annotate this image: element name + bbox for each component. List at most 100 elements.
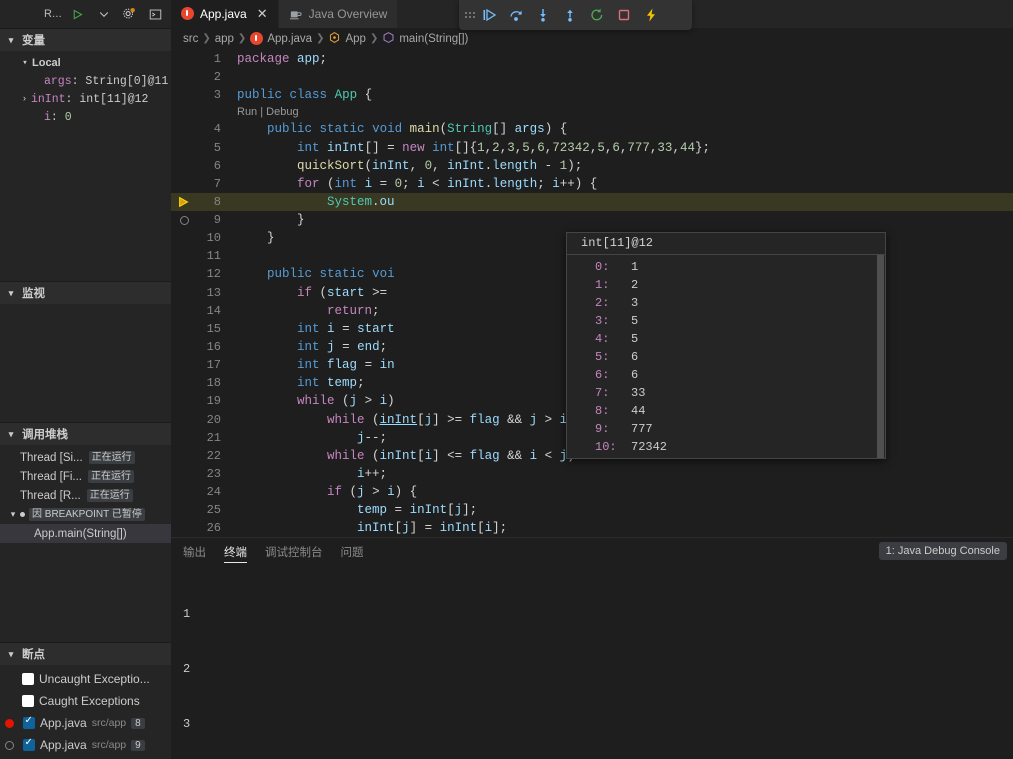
debug-hover-popup[interactable]: int[11]@12 0: 1 1: 2 2: 3 3: 5 4: 5 5: 6…	[566, 231, 886, 459]
stop-button[interactable]	[611, 3, 637, 27]
hover-entry[interactable]: 1: 2	[567, 276, 885, 294]
callstack-paused-thread-row[interactable]: ▾ 因 BREAKPOINT 已暂停	[0, 505, 171, 524]
chevron-down-icon: ▾	[8, 648, 14, 659]
breakpoint-path: src/app	[91, 739, 127, 751]
chevron-down-icon: ▾	[8, 287, 14, 298]
callstack-section-header[interactable]: ▾ 调用堆栈	[0, 423, 171, 445]
breadcrumb-item-src[interactable]: src	[183, 33, 198, 45]
hover-entry[interactable]: 8: 44	[567, 402, 885, 420]
entry-value: 3	[631, 295, 639, 310]
bottom-panel: 输出 终端 调试控制台 问题 1: Java Debug Console 1 2…	[171, 537, 1013, 759]
editor-tab-bar: App.java ✕ Java Overview	[171, 0, 1013, 30]
code-line: 5 int inInt[] = new int[]{1,2,3,5,6,7234…	[171, 139, 1013, 157]
hover-entry[interactable]: 5: 6	[567, 348, 885, 366]
callstack-frame-row[interactable]: App.main(String[])	[0, 524, 171, 543]
tab-terminal[interactable]: 终端	[224, 538, 247, 566]
callstack-thread-row[interactable]: Thread [Si... 正在运行	[0, 448, 171, 467]
line-number: 8	[213, 194, 221, 209]
line-text: j--;	[357, 430, 388, 445]
checkbox-checked-icon[interactable]	[23, 715, 35, 729]
breakpoints-section-header[interactable]: ▾ 断点	[0, 643, 171, 665]
variable-row-args[interactable]: args: String[0]@11	[0, 72, 171, 90]
breadcrumb-item-app-java[interactable]: App.java	[267, 33, 312, 45]
line-number: 10	[206, 231, 221, 246]
code-line: 3 public class App {	[171, 86, 1013, 104]
tab-java-overview[interactable]: Java Overview	[278, 0, 399, 28]
panel-tab-bar: 输出 终端 调试控制台 问题 1: Java Debug Console	[171, 538, 1013, 566]
hover-entry[interactable]: 3: 5	[567, 312, 885, 330]
code-line-current-execution: 8 System.ou	[171, 192, 1013, 212]
breadcrumb-item-class-app[interactable]: App	[345, 33, 365, 45]
thread-status: 正在运行	[86, 489, 133, 502]
restart-button[interactable]	[584, 3, 610, 27]
breadcrumb-item-method-main[interactable]: main(String[])	[399, 33, 468, 45]
variables-section-header[interactable]: ▾ 变量	[0, 29, 171, 51]
start-debugging-icon[interactable]	[68, 5, 88, 23]
breakpoint-row-caught-exceptions[interactable]: Caught Exceptions	[0, 690, 171, 712]
breakpoint-row-app-java-8[interactable]: App.java src/app 8	[0, 712, 171, 734]
thread-status: 正在运行	[88, 451, 135, 464]
breakpoint-row-uncaught-exceptions[interactable]: Uncaught Exceptio...	[0, 668, 171, 690]
entry-index: 9:	[595, 421, 610, 436]
breakpoint-row-app-java-9[interactable]: App.java src/app 9	[0, 734, 171, 756]
thread-dot-icon	[20, 512, 25, 517]
variable-value: 0	[64, 110, 72, 124]
code-lens-label[interactable]: Run | Debug	[237, 103, 299, 121]
step-out-button[interactable]	[557, 3, 583, 27]
hover-entry[interactable]: 7: 33	[567, 384, 885, 402]
panel-tab-label: 问题	[340, 547, 364, 559]
tab-app-java[interactable]: App.java ✕	[171, 0, 279, 28]
line-number: 14	[206, 303, 221, 318]
gear-icon[interactable]	[119, 5, 139, 23]
line-number: 4	[213, 122, 221, 137]
breakpoint-line-number: 8	[131, 717, 145, 729]
drag-handle[interactable]	[463, 12, 475, 18]
continue-button[interactable]	[476, 3, 502, 27]
breadcrumb: src ❯ app ❯ App.java ❯ App ❯ main(String…	[171, 27, 1013, 50]
checkbox-unchecked-icon[interactable]	[22, 673, 34, 685]
checkbox-checked-icon[interactable]	[23, 737, 35, 751]
thread-name: Thread [Si...	[20, 451, 83, 464]
entry-value: 44	[631, 403, 646, 418]
debug-sidebar: R... ▾ 变量 ▾ Local args: String[0]@11 › …	[0, 0, 171, 759]
breadcrumb-item-app[interactable]: app	[215, 33, 234, 45]
line-number: 11	[206, 249, 221, 264]
checkbox-unchecked-icon[interactable]	[22, 695, 34, 707]
callstack-thread-row[interactable]: Thread [R... 正在运行	[0, 486, 171, 505]
tab-output[interactable]: 输出	[183, 538, 206, 566]
chevron-down-icon: ▾	[22, 58, 28, 68]
code-editor[interactable]: 1 package app; 2 3 public class App { Ru…	[171, 49, 1013, 537]
code-line: 26 inInt[j] = inInt[i];	[171, 519, 1013, 537]
variable-row-i[interactable]: i: 0	[0, 108, 171, 126]
code-line: 1 package app;	[171, 50, 1013, 68]
tab-debug-console[interactable]: 调试控制台	[265, 538, 323, 566]
callstack-thread-row[interactable]: Thread [Fi... 正在运行	[0, 467, 171, 486]
hover-entry[interactable]: 4: 5	[567, 330, 885, 348]
step-over-button[interactable]	[503, 3, 529, 27]
debug-sidebar-toolbar: R...	[0, 0, 171, 28]
code-lens-run-debug[interactable]: Run | Debug	[171, 104, 1013, 120]
line-number: 21	[206, 430, 221, 445]
run-and-debug-title: R...	[44, 8, 62, 20]
hover-entry[interactable]: 6: 6	[567, 366, 885, 384]
class-symbol-icon	[328, 31, 341, 47]
entry-index: 8:	[595, 403, 610, 418]
chevron-down-icon[interactable]	[94, 5, 114, 23]
hover-entry[interactable]: 2: 3	[567, 294, 885, 312]
open-terminal-icon[interactable]	[145, 5, 165, 23]
chevron-down-icon: ▾	[10, 509, 16, 519]
terminal-selector-dropdown[interactable]: 1: Java Debug Console	[878, 542, 1007, 560]
breakpoint-disabled-icon[interactable]	[171, 215, 197, 225]
step-into-button[interactable]	[530, 3, 556, 27]
variable-row-inInt[interactable]: › inInt: int[11]@12	[0, 90, 171, 108]
hover-entry[interactable]: 0: 1	[567, 258, 885, 276]
watch-section-header[interactable]: ▾ 监视	[0, 282, 171, 304]
tab-problems[interactable]: 问题	[341, 538, 364, 566]
hover-entry[interactable]: 10: 72342	[567, 438, 885, 456]
terminal-output[interactable]: 1 2 3 5 5 6 6 33 44 777 72342 bash-3.2$ …	[171, 566, 1013, 759]
close-icon[interactable]: ✕	[257, 6, 268, 22]
variables-scope-local[interactable]: ▾ Local	[0, 54, 171, 72]
hover-entry[interactable]: 9: 777	[567, 420, 885, 438]
hover-scrollbar[interactable]	[876, 254, 885, 458]
hot-replace-button[interactable]	[638, 3, 664, 27]
